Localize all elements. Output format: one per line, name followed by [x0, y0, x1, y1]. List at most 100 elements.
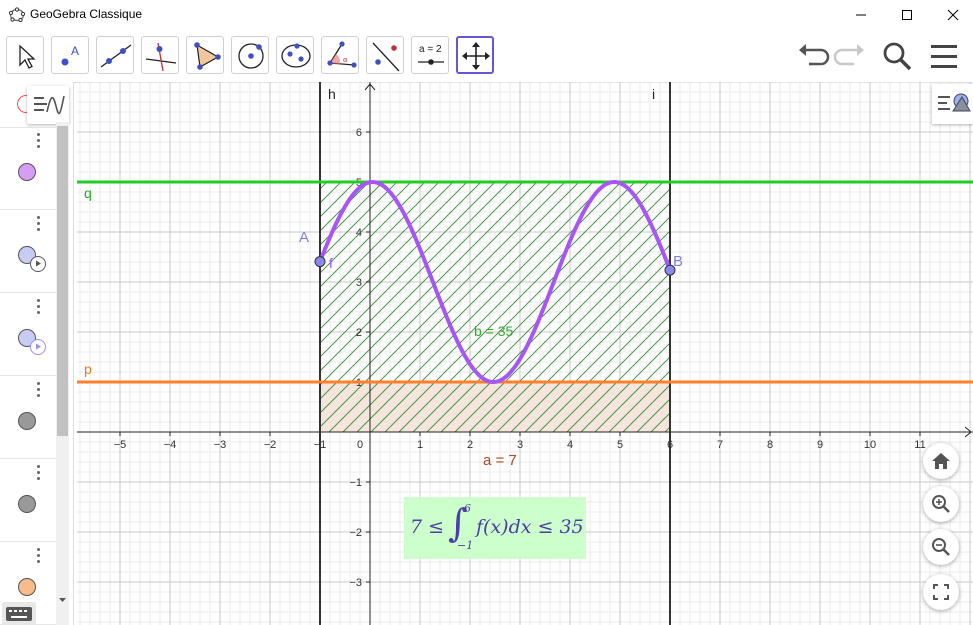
algebra-menu-button[interactable] — [27, 86, 69, 124]
graphics-view[interactable]: −5−4−3−2−101234567891011 −3−2−1123456 h … — [77, 82, 973, 625]
algebra-item[interactable] — [0, 210, 56, 293]
y-tick-label: 2 — [356, 327, 362, 339]
zoom-in-button[interactable] — [923, 486, 959, 522]
label-point-b: B — [673, 253, 684, 270]
x-tick-label: 7 — [717, 439, 723, 451]
fullscreen-icon — [933, 584, 949, 600]
search-button[interactable] — [879, 38, 915, 74]
tool-ellipse[interactable] — [276, 36, 314, 74]
algebra-item[interactable] — [0, 376, 56, 459]
perpendicular-line-icon — [145, 42, 177, 72]
formula-upper-limit: 6 — [464, 502, 471, 515]
slider-tool-text: a = 2 — [419, 44, 442, 55]
tool-move[interactable] — [6, 36, 44, 74]
more-options-icon[interactable] — [37, 382, 41, 400]
label-h: h — [328, 86, 336, 102]
line-icon — [100, 44, 132, 68]
formula-integrand: f(x)dx ≤ 35 — [476, 516, 584, 538]
zoom-out-button[interactable] — [923, 529, 959, 565]
zoom-out-icon — [932, 538, 950, 556]
algebra-view-style-icon — [34, 95, 65, 115]
integral-inequality-text[interactable]: 7 ≤ ∫ 6 −1 f(x)dx ≤ 35 — [404, 497, 586, 559]
tool-reflect[interactable] — [366, 36, 404, 74]
graphics-style-bar-button[interactable] — [932, 84, 973, 124]
zoom-in-icon — [932, 495, 950, 513]
x-tick-label: 5 — [617, 439, 623, 451]
home-icon — [932, 453, 950, 469]
label-b-value: b = 35 — [474, 323, 514, 339]
angle-icon: α — [327, 41, 357, 68]
point-icon: A — [61, 44, 79, 66]
x-tick-label: 9 — [817, 439, 823, 451]
more-options-icon[interactable] — [37, 299, 41, 317]
svg-text:α: α — [343, 56, 348, 64]
redo-button[interactable] — [832, 38, 868, 74]
move-graphics-view-icon — [462, 42, 490, 70]
tool-point[interactable]: A — [51, 36, 89, 74]
label-i: i — [652, 86, 656, 102]
upper-bound-region — [319, 181, 671, 433]
toolbar: A α a = 2 — [0, 30, 973, 83]
label-a-value: a = 7 — [483, 452, 517, 469]
tool-move-graphics-view[interactable] — [456, 36, 494, 74]
keyboard-button[interactable] — [2, 602, 36, 625]
tool-circle[interactable] — [231, 36, 269, 74]
visibility-toggle-dot[interactable] — [18, 412, 36, 430]
visibility-toggle-dot[interactable] — [18, 163, 36, 181]
home-button[interactable] — [923, 443, 959, 479]
x-tick-label: 10 — [864, 439, 876, 451]
point-a[interactable] — [314, 256, 326, 268]
more-options-icon[interactable] — [37, 133, 41, 151]
label-function-f: f — [329, 255, 333, 271]
algebra-item[interactable] — [0, 293, 56, 376]
scroll-down-arrow-icon[interactable] — [56, 595, 69, 605]
x-tick-label: −4 — [164, 439, 177, 451]
y-tick-label: 4 — [356, 227, 362, 239]
close-button[interactable] — [930, 0, 973, 30]
more-options-icon[interactable] — [37, 548, 41, 566]
svg-text:A: A — [71, 44, 79, 58]
formula-lower-bound: 7 ≤ — [410, 516, 445, 538]
formula-lower-limit: −1 — [457, 539, 474, 552]
x-tick-label: −3 — [214, 439, 227, 451]
keyboard-icon — [6, 607, 32, 621]
geogebra-logo-icon — [9, 7, 25, 23]
algebra-scrollbar[interactable] — [56, 122, 69, 625]
ellipse-icon — [281, 43, 311, 68]
visibility-toggle-dot[interactable] — [18, 578, 36, 596]
undo-button[interactable] — [795, 38, 831, 74]
algebra-item[interactable] — [0, 127, 56, 210]
title-bar: GeoGebra Classique — [0, 0, 973, 30]
play-animation-icon[interactable] — [30, 339, 46, 355]
algebra-item[interactable] — [0, 459, 56, 542]
undo-icon — [799, 44, 830, 66]
scrollbar-thumb[interactable] — [57, 126, 68, 436]
minimize-button[interactable] — [838, 0, 884, 30]
y-tick-label: −1 — [349, 477, 362, 489]
polygon-icon — [194, 42, 221, 70]
tool-perpendicular-line[interactable] — [141, 36, 179, 74]
tool-polygon[interactable] — [186, 36, 224, 74]
label-q: q — [84, 185, 92, 201]
algebra-view — [0, 82, 74, 625]
visibility-toggle-dot[interactable] — [18, 495, 36, 513]
label-p: p — [84, 361, 92, 377]
x-tick-label: 11 — [914, 439, 925, 451]
maximize-button[interactable] — [884, 0, 930, 30]
hamburger-menu-icon — [931, 45, 957, 68]
more-options-icon[interactable] — [37, 216, 41, 234]
y-tick-label: 6 — [356, 127, 362, 139]
tool-angle[interactable]: α — [321, 36, 359, 74]
play-animation-icon[interactable] — [30, 256, 46, 272]
window-title: GeoGebra Classique — [30, 7, 143, 21]
reflect-icon — [372, 42, 400, 72]
search-icon — [883, 42, 912, 71]
more-options-icon[interactable] — [37, 465, 41, 483]
main-menu-button[interactable] — [926, 38, 962, 74]
minimize-icon — [856, 14, 866, 16]
x-tick-label: 4 — [567, 439, 573, 451]
fullscreen-button[interactable] — [923, 574, 959, 610]
x-tick-label: 8 — [767, 439, 773, 451]
tool-line[interactable] — [96, 36, 134, 74]
tool-slider[interactable]: a = 2 — [411, 36, 449, 74]
